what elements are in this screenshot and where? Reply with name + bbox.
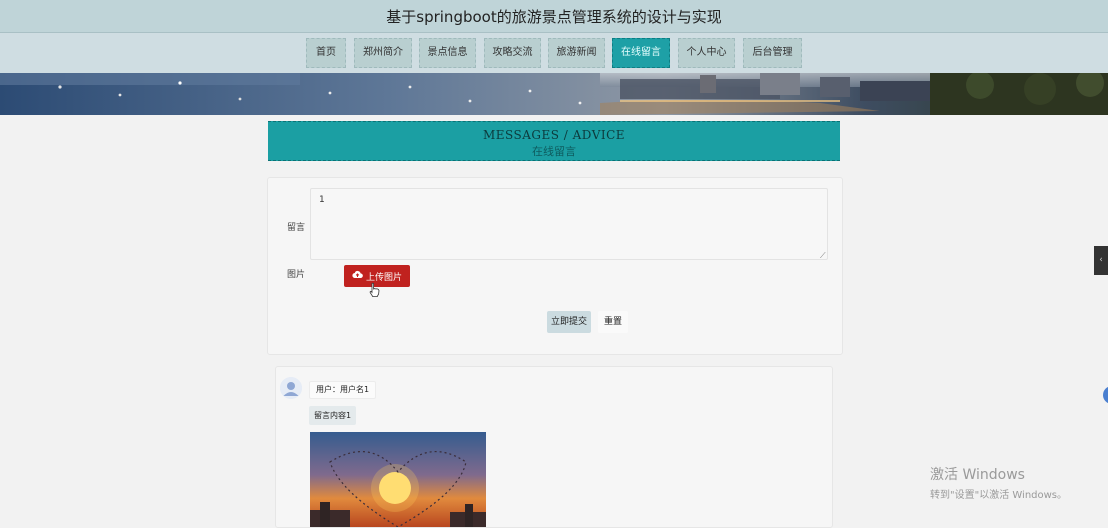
nav-item-messages[interactable]: 在线留言 — [612, 38, 670, 68]
upload-button-label: 上传图片 — [365, 272, 402, 283]
nav-item-home[interactable]: 首页 — [306, 38, 346, 68]
section-title-cn: 在线留言 — [532, 145, 576, 158]
windows-activation-watermark: 激活 Windows 转到"设置"以激活 Windows。 — [930, 464, 1067, 501]
hand-cursor-icon — [368, 282, 382, 298]
message-list-item: 用户：用户名1 留言内容1 — [275, 366, 833, 528]
site-title: 基于springboot的旅游景点管理系统的设计与实现 — [386, 8, 722, 26]
message-textarea[interactable]: 1 — [310, 188, 828, 260]
resize-grip-icon[interactable]: ⟋ — [820, 252, 828, 260]
floating-chat-icon[interactable] — [1103, 386, 1108, 404]
message-content: 留言内容1 — [309, 406, 357, 425]
submit-button[interactable]: 立即提交 — [547, 311, 591, 333]
chevron-left-icon[interactable]: ‹ — [1094, 246, 1108, 275]
main-navigation: 首页 郑州简介 景点信息 攻略交流 旅游新闻 在线留言 个人中心 后台管理 — [0, 33, 1108, 73]
cloud-upload-icon — [352, 270, 363, 282]
nav-item-admin[interactable]: 后台管理 — [743, 38, 802, 68]
nav-item-news[interactable]: 旅游新闻 — [548, 38, 605, 68]
reset-button[interactable]: 重置 — [598, 311, 628, 333]
top-header: 基于springboot的旅游景点管理系统的设计与实现 — [0, 0, 1108, 33]
banner-image — [0, 73, 1108, 115]
nav-item-zhengzhou-intro[interactable]: 郑州简介 — [354, 38, 412, 68]
image-label: 图片 — [287, 270, 306, 280]
nav-item-guides[interactable]: 攻略交流 — [484, 38, 541, 68]
message-label: 留言 — [287, 223, 306, 233]
nav-item-personal-center[interactable]: 个人中心 — [678, 38, 735, 68]
section-title-en: MESSAGES / ADVICE — [482, 128, 626, 142]
harbor-night-scene — [0, 73, 1108, 115]
message-user: 用户：用户名1 — [309, 381, 377, 399]
watermark-title: 激活 Windows — [930, 467, 1025, 483]
message-image — [310, 432, 486, 527]
avatar — [280, 377, 302, 399]
watermark-subtitle: 转到"设置"以激活 Windows。 — [930, 490, 1068, 501]
section-header: MESSAGES / ADVICE 在线留言 — [268, 121, 840, 161]
sunset-image — [310, 432, 486, 527]
message-form: 留言 1 ⟋ 图片 上传图片 立即提交 重置 — [267, 177, 843, 355]
user-avatar-icon — [280, 377, 302, 399]
nav-item-attractions[interactable]: 景点信息 — [419, 38, 476, 68]
